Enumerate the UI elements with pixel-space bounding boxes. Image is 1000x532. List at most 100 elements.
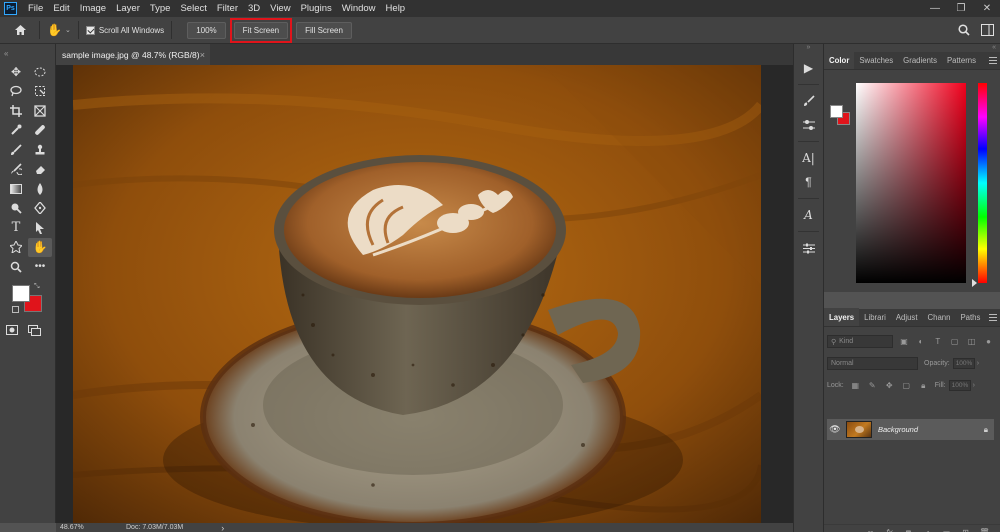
zoom-level[interactable]: 48.67% (60, 524, 120, 531)
lasso-tool-icon[interactable] (4, 82, 28, 102)
minimize-icon[interactable]: — (922, 0, 948, 17)
menu-edit[interactable]: Edit (48, 3, 74, 14)
visibility-eye-icon[interactable]: 👁︎ (827, 424, 843, 435)
adjustment-filter-icon[interactable]: ◐ (915, 336, 926, 347)
fill-input[interactable]: 100% (948, 380, 971, 391)
brush-tool-icon[interactable] (4, 140, 28, 160)
new-group-icon[interactable]: ▭ (937, 528, 956, 532)
scroll-all-windows-checkbox[interactable] (85, 25, 95, 35)
menu-image[interactable]: Image (75, 3, 111, 14)
menu-plugins[interactable]: Plugins (296, 3, 337, 14)
tab-color[interactable]: Color (824, 51, 855, 69)
tab-libraries[interactable]: Librari (859, 308, 891, 326)
paragraph-panel-icon[interactable]: ¶ (794, 170, 823, 194)
blur-tool-icon[interactable] (28, 179, 52, 199)
clone-stamp-tool-icon[interactable] (28, 140, 52, 160)
menu-filter[interactable]: Filter (212, 3, 243, 14)
color-panel-foreground-swatch[interactable] (830, 105, 843, 118)
history-brush-tool-icon[interactable] (4, 160, 28, 180)
opacity-dropdown-icon[interactable]: › (977, 360, 979, 367)
glyphs-panel-icon[interactable]: A (794, 203, 823, 227)
fit-screen-button[interactable]: Fit Screen (233, 21, 289, 39)
close-document-icon[interactable]: × (200, 50, 205, 60)
menu-view[interactable]: View (265, 3, 295, 14)
default-colors-icon[interactable] (12, 305, 19, 313)
shape-tool-icon[interactable] (4, 238, 28, 258)
hand-tool-preset-icon[interactable]: ✋ ⌄ (47, 23, 71, 37)
marquee-tool-icon[interactable] (28, 62, 52, 82)
search-icon[interactable] (958, 24, 970, 38)
tab-layers[interactable]: Layers (824, 308, 860, 326)
collapse-strip-icon[interactable]: » (794, 44, 823, 52)
fill-screen-button[interactable]: Fill Screen (296, 21, 352, 39)
pixel-filter-icon[interactable]: ▣ (899, 336, 910, 347)
play-actions-icon[interactable]: ▶ (794, 56, 823, 80)
zoom-100-button[interactable]: 100% (187, 21, 226, 39)
filter-toggle-icon[interactable]: ● (983, 336, 994, 347)
blend-mode-select[interactable]: Normal (827, 357, 918, 370)
path-selection-tool-icon[interactable] (28, 218, 52, 238)
status-menu-arrow-icon[interactable]: › (221, 523, 224, 532)
lock-all-icon[interactable]: 🔒︎ (918, 380, 929, 391)
menu-select[interactable]: Select (175, 3, 211, 14)
link-layers-icon[interactable]: ∞ (861, 528, 880, 532)
tab-adjustments[interactable]: Adjust (891, 308, 923, 326)
lock-transparent-icon[interactable]: ▦ (850, 380, 861, 391)
new-adjustment-layer-icon[interactable]: ◑ (918, 528, 937, 532)
collapse-toolbar-icon[interactable]: « (0, 44, 55, 62)
type-filter-icon[interactable]: T (932, 336, 943, 347)
restore-icon[interactable]: ❐ (948, 0, 974, 17)
healing-brush-tool-icon[interactable] (28, 121, 52, 141)
hand-tool-icon[interactable]: ✋ (28, 237, 52, 257)
adjustments-sliders-icon[interactable] (794, 113, 823, 137)
add-mask-icon[interactable]: ◙ (899, 528, 918, 532)
tab-patterns[interactable]: Patterns (942, 51, 981, 69)
type-tool-icon[interactable]: T (4, 218, 28, 238)
lock-image-icon[interactable]: ✎ (867, 380, 878, 391)
new-layer-icon[interactable]: ⊞ (956, 528, 975, 532)
crop-tool-icon[interactable] (4, 101, 28, 121)
layers-panel-menu-icon[interactable] (989, 314, 997, 321)
frame-tool-icon[interactable] (28, 101, 52, 121)
foreground-color-swatch[interactable] (12, 284, 30, 302)
fill-dropdown-icon[interactable]: › (973, 382, 975, 389)
tab-channels[interactable]: Chann (923, 308, 956, 326)
menu-help[interactable]: Help (381, 3, 411, 14)
canvas-area[interactable] (56, 65, 793, 523)
lock-artboard-icon[interactable]: ▢ (901, 380, 912, 391)
pen-tool-icon[interactable] (28, 199, 52, 219)
delete-layer-icon[interactable]: 🗑︎ (975, 528, 994, 532)
character-panel-icon[interactable]: A| (794, 146, 823, 170)
dodge-tool-icon[interactable] (4, 199, 28, 219)
eyedropper-tool-icon[interactable] (4, 121, 28, 141)
menu-file[interactable]: File (23, 3, 48, 14)
eraser-tool-icon[interactable] (28, 160, 52, 180)
opacity-input[interactable]: 100% (952, 358, 975, 369)
menu-type[interactable]: Type (145, 3, 176, 14)
home-icon[interactable] (8, 20, 32, 40)
hue-slider-handle-icon[interactable] (972, 279, 977, 287)
lock-position-icon[interactable]: ✥ (884, 380, 895, 391)
menu-3d[interactable]: 3D (243, 3, 265, 14)
tab-paths[interactable]: Paths (955, 308, 985, 326)
layer-style-icon[interactable]: fx (880, 528, 899, 532)
document-tab[interactable]: sample image.jpg @ 48.7% (RGB/8) × (56, 44, 210, 65)
menu-window[interactable]: Window (337, 3, 381, 14)
color-panel-menu-icon[interactable] (989, 57, 997, 64)
shape-filter-icon[interactable]: ▢ (949, 336, 960, 347)
hue-slider[interactable] (978, 83, 987, 283)
tab-gradients[interactable]: Gradients (898, 51, 942, 69)
tab-swatches[interactable]: Swatches (854, 51, 898, 69)
saturation-brightness-field[interactable] (856, 83, 966, 283)
layer-row-background[interactable]: 👁︎ Background 🔒︎ (827, 419, 994, 440)
object-selection-tool-icon[interactable] (28, 82, 52, 102)
close-icon[interactable]: ✕ (974, 0, 1000, 17)
zoom-tool-icon[interactable] (4, 257, 28, 277)
menu-layer[interactable]: Layer (111, 3, 145, 14)
workspace-icon[interactable] (981, 24, 994, 38)
more-tools-icon[interactable]: ••• (28, 257, 52, 277)
move-tool-icon[interactable]: ✥ (4, 62, 28, 82)
layer-kind-filter[interactable]: ⚲ Kind (827, 335, 893, 348)
swap-colors-icon[interactable]: ⤡ (34, 283, 40, 291)
properties-panel-icon[interactable] (794, 236, 823, 260)
